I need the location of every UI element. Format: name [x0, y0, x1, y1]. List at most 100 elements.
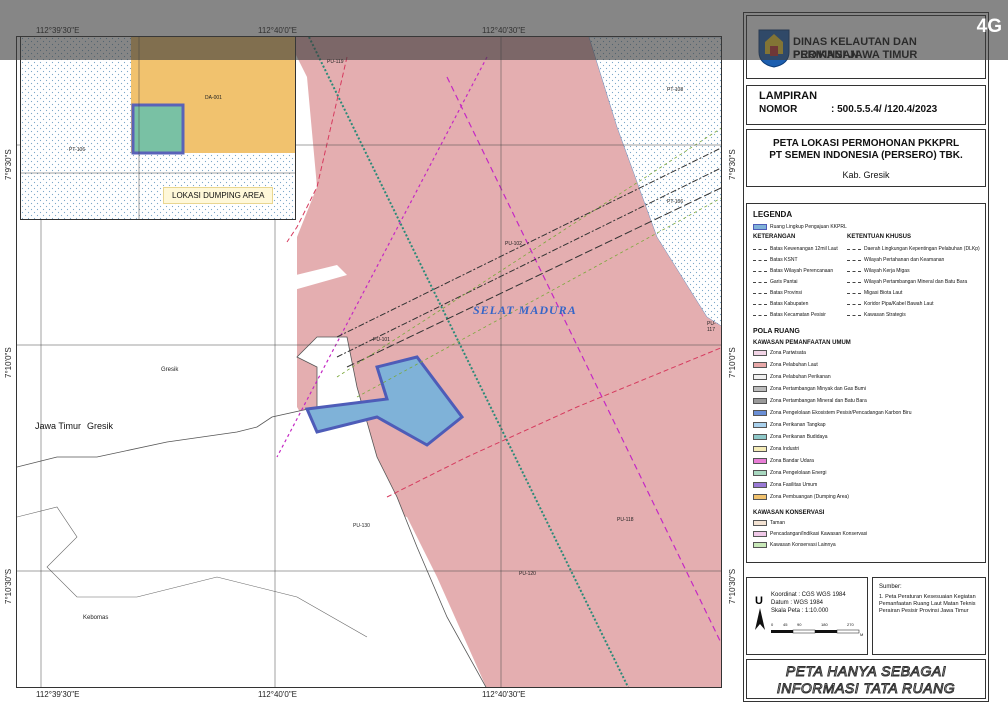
legend-swatch [847, 314, 861, 316]
legend-item: Taman [753, 520, 785, 526]
legend-item: Kawasan Konservasi Lainnya [753, 542, 836, 548]
legend-label: Zona Pembuangan (Dumping Area) [770, 494, 849, 500]
coord-bottom-3: 112°40'30"E [482, 690, 526, 699]
legend-item: Batas Kewenangan 12mil Laut [753, 246, 838, 252]
map-info-box: U Koordinat : CGS WGS 1984 Datum : WGS 1… [746, 577, 868, 655]
inset-dumping-label: LOKASI DUMPING AREA [163, 187, 274, 204]
legend-item: Pencadangan/Indikasi Kawasan Konservasi [753, 531, 867, 537]
legend-swatch [847, 248, 861, 250]
disclaimer-line1: PETA HANYA SEBAGAI [785, 663, 947, 680]
inset-code-pt106: PT-106 [69, 147, 86, 153]
legend-swatch [847, 292, 861, 294]
legend-label: Pencadangan/Indikasi Kawasan Konservasi [770, 531, 868, 537]
place-gresik-small: Gresik [161, 367, 179, 373]
legend-item: Zona Bandar Udara [753, 458, 814, 464]
legend-label: Zona Perikanan Budidaya [770, 434, 828, 440]
north-arrow-icon: U [755, 595, 765, 630]
scale-unit: M [860, 632, 864, 637]
legend-ketentuan: KETENTUAN KHUSUS [847, 234, 912, 240]
sea-label: SELAT MADURA [473, 303, 577, 317]
info-skala: Skala Peta : 1:10.000 [771, 608, 829, 614]
legend-swatch [753, 314, 767, 316]
coord-left-3: 7°10'30"S [4, 568, 13, 604]
legend-item: Wilayah Kerja Migas [847, 268, 910, 274]
legend-swatch [753, 458, 767, 464]
legend-label: Zona Pertambangan Mineral dan Batu Bara [770, 398, 867, 404]
place-gresik: Gresik [87, 421, 114, 431]
legend-item: Zona Pariwisata [753, 350, 806, 356]
legend-item: Batas Provinsi [753, 290, 802, 296]
sumber-title: Sumber: [879, 584, 902, 590]
legend-item: Zona Perikanan Tangkap [753, 422, 826, 428]
legend-label: Daerah Lingkungan Kepentingan Pelabuhan … [864, 246, 980, 252]
legend-kawasan-konservasi: KAWASAN KONSERVASI [753, 510, 825, 516]
legend-swatch [847, 303, 861, 305]
legend-swatch [753, 259, 767, 261]
sumber-box: Sumber: 1. Peta Peraturan Kesesuaian Keg… [872, 577, 986, 655]
sumber-text: 1. Peta Peraturan Kesesuaian Kegiatan Pe… [879, 594, 976, 614]
legend-swatch [753, 270, 767, 272]
legend-panel: DINAS KELAUTAN DAN PERIKANAN PROVINSI JA… [743, 12, 989, 702]
legend-swatch [753, 398, 767, 404]
info-koordinat: Koordinat : CGS WGS 1984 [771, 592, 846, 598]
scale-tick-0: 0 [771, 622, 774, 627]
legend-swatch [753, 386, 767, 392]
legend-swatch [753, 494, 767, 500]
disclaimer-box: PETA HANYA SEBAGAI INFORMASI TATA RUANG [746, 659, 986, 699]
legend-label: Zona Bandar Udara [770, 458, 814, 464]
legend-item: Zona Pembuangan (Dumping Area) [753, 494, 849, 500]
zone-code-pt108: PT-108 [667, 87, 684, 93]
legend-swatch [847, 259, 861, 261]
legend-item: Batas Kabupaten [753, 301, 808, 307]
legend-swatch [753, 531, 767, 537]
legend-item: Wilayah Pertambangan Mineral dan Batu Ba… [847, 279, 967, 285]
zone-code-pu102: PU-102 [505, 241, 522, 247]
zone-code-pu117: PU-117 [707, 321, 716, 333]
zone-code-pu120: PU-120 [519, 571, 536, 577]
legend-swatch [847, 281, 861, 283]
coord-top-2: 112°40'0"E [258, 26, 298, 35]
info-datum: Datum : WGS 1984 [771, 600, 824, 606]
legend-label: Batas Kewenangan 12mil Laut [770, 246, 838, 252]
coord-bottom-2: 112°40'0"E [258, 690, 298, 699]
legend-swatch [753, 292, 767, 294]
legend-label: Zona Industri [770, 446, 800, 452]
legend-label: Zona Pertambangan Minyak dan Gas Bumi [770, 386, 866, 392]
legend-label: Zona Perikanan Tangkap [770, 422, 826, 428]
place-kebomas: Kebomas [83, 615, 109, 621]
legend-swatch [753, 374, 767, 380]
legend-kawasan-umum: KAWASAN PEMANFAATAN UMUM [753, 340, 851, 346]
scale-tick-4: 270 [847, 622, 854, 627]
zone-code-pu118: PU-118 [617, 517, 634, 523]
legend-swatch [753, 248, 767, 250]
legend-label: Wilayah Pertahanan dan Keamanan [864, 257, 945, 263]
scale-tick-3: 180 [821, 622, 828, 627]
legend-swatch [753, 350, 767, 356]
zone-code-pu101: PU-101 [373, 337, 390, 343]
legend-item: Zona Pengelolaan Energi [753, 470, 826, 476]
legend-label: Batas Kabupaten [770, 301, 809, 307]
legend-label: Wilayah Kerja Migas [864, 268, 910, 274]
legend-label: Garis Pantai [770, 279, 798, 285]
inset-code-da001: DA-001 [205, 95, 222, 101]
coord-left-1: 7°9'30"S [4, 149, 13, 180]
legend-item: Kawasan Strategis [847, 312, 906, 318]
coord-right-3: 7°10'30"S [728, 568, 737, 604]
legend-swatch [753, 410, 767, 416]
coord-left-2: 7°10'0"S [4, 347, 13, 378]
legend-label: Batas Provinsi [770, 290, 802, 296]
legend-label: Batas Kecamatan Pesisir [770, 312, 826, 318]
zone-code-pu119: PU-119 [327, 59, 344, 65]
legend-keterangan: KETERANGAN [753, 234, 796, 240]
agency-header: DINAS KELAUTAN DAN PERIKANAN PROVINSI JA… [746, 15, 986, 79]
legend-item: Zona Pelabuhan Laut [753, 362, 818, 368]
map-title-line3: Kab. Gresik [842, 170, 890, 180]
legend-box: LEGENDA Ruang Lingkup Pengajuan KKPRL KE… [746, 203, 986, 563]
legend-title: LEGENDA [753, 210, 793, 219]
legend-swatch [753, 520, 767, 526]
legend-label: Koridor Pipa/Kabel Bawah Laut [864, 301, 934, 307]
legend-item: Migasi Biota Laut [847, 290, 902, 296]
coord-right-1: 7°9'30"S [728, 149, 737, 180]
map-title-line1: PETA LOKASI PERMOHONAN PKKPRL [772, 138, 960, 149]
coord-top-3: 112°40'30"E [482, 26, 526, 35]
